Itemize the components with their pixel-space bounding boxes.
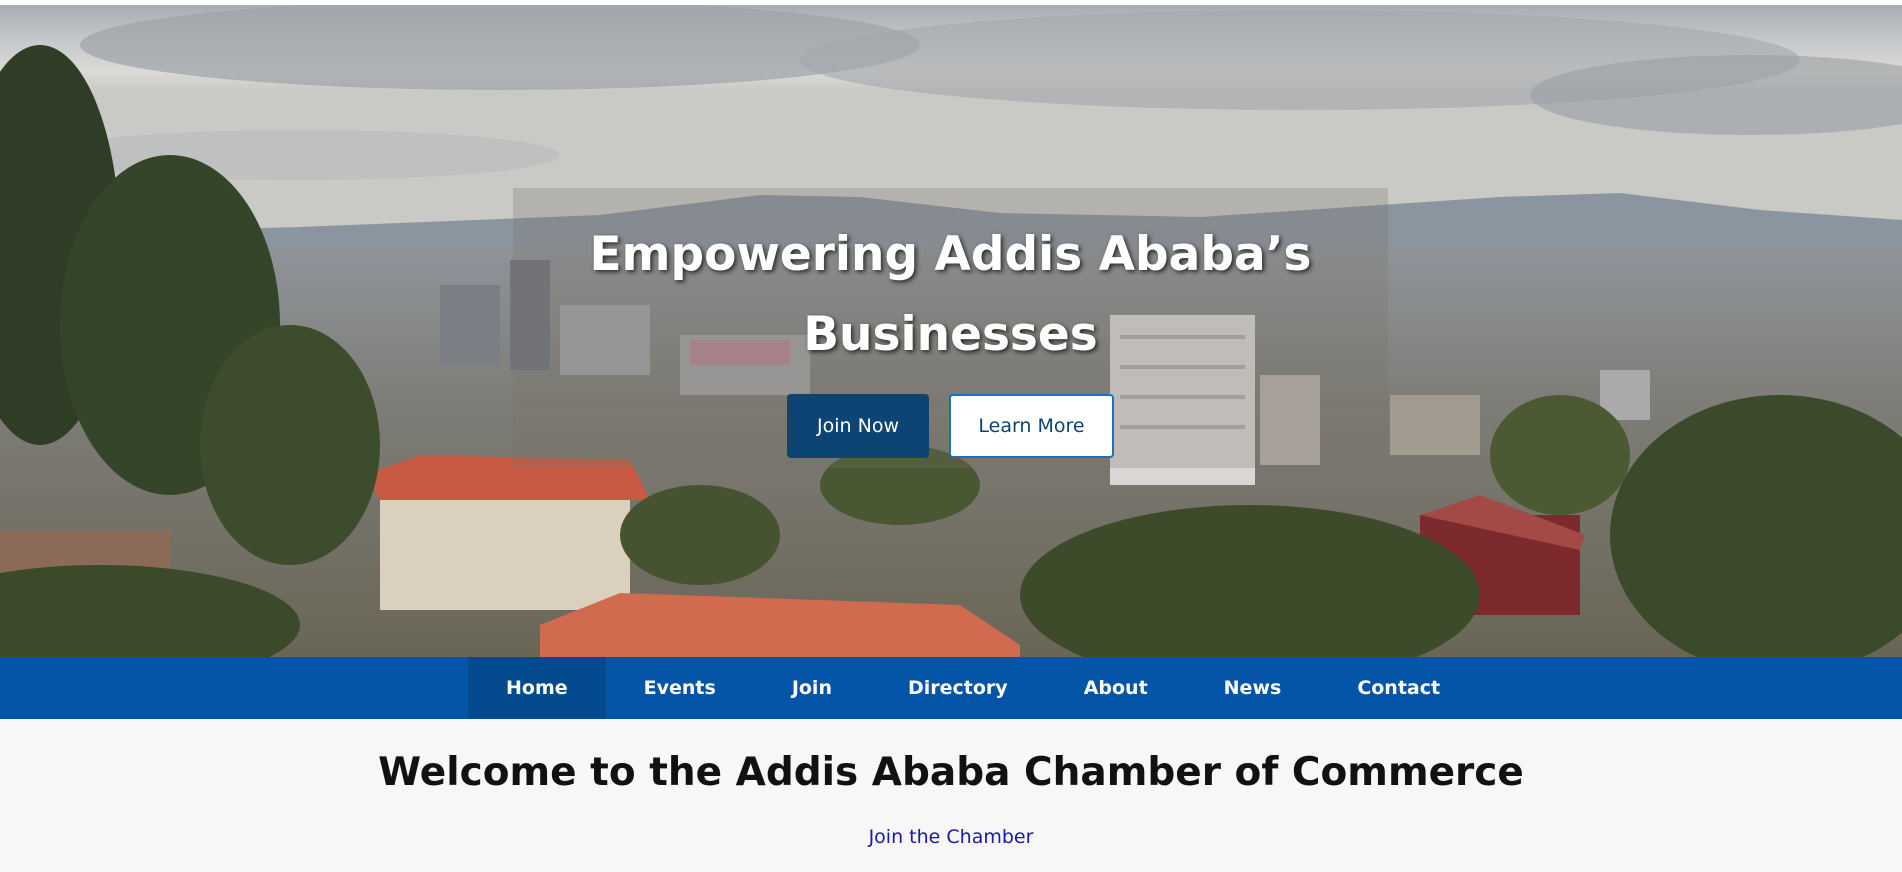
nav-item-contact[interactable]: Contact (1319, 657, 1478, 719)
nav-item-about[interactable]: About (1046, 657, 1186, 719)
join-now-button[interactable]: Join Now (787, 394, 929, 458)
nav-items: Home Events Join Directory About News Co… (468, 657, 1478, 719)
nav-item-home[interactable]: Home (468, 657, 606, 719)
learn-more-button[interactable]: Learn More (949, 394, 1114, 458)
nav-item-events[interactable]: Events (606, 657, 754, 719)
join-chamber-link[interactable]: Join the Chamber (0, 826, 1902, 848)
hero-section: Empowering Addis Ababa’s Businesses Join… (0, 5, 1902, 657)
nav-item-news[interactable]: News (1186, 657, 1320, 719)
page: Empowering Addis Ababa’s Businesses Join… (0, 0, 1902, 872)
nav-item-directory[interactable]: Directory (870, 657, 1046, 719)
main-nav: Home Events Join Directory About News Co… (0, 657, 1902, 719)
hero-title: Empowering Addis Ababa’s Businesses (589, 227, 1312, 362)
page-title: Welcome to the Addis Ababa Chamber of Co… (378, 750, 1524, 795)
nav-item-join[interactable]: Join (754, 657, 870, 719)
